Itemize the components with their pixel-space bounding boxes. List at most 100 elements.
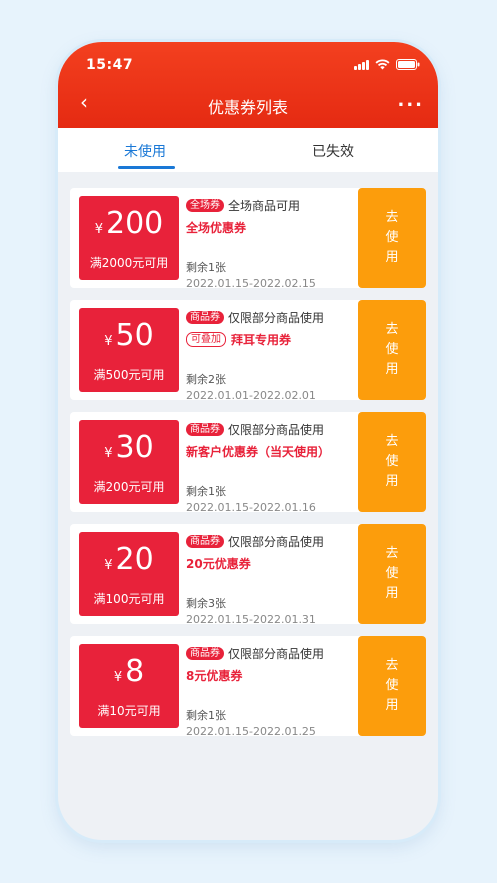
use-button-char: 去: [385, 658, 399, 673]
coupon-value: 200: [106, 206, 164, 241]
app-header: 15:47 ‹ 优惠券列表 ...: [58, 42, 438, 128]
coupon-amount-box: ¥ 30 满200元可用: [79, 420, 179, 504]
coupon-list: ¥ 200 满2000元可用 全场券 全场商品可用 全场优惠券 剩余1张 202…: [70, 188, 426, 748]
coupon-value: 50: [115, 318, 154, 353]
coupon-type-tag: 商品券: [186, 534, 224, 548]
coupon-tag-row: 商品券 仅限部分商品使用: [186, 645, 356, 661]
coupon-threshold: 满200元可用: [93, 480, 165, 494]
coupon-tag-row: 全场券 全场商品可用: [186, 197, 356, 213]
use-button-char: 用: [385, 698, 399, 713]
coupon-threshold: 满500元可用: [93, 368, 165, 382]
use-coupon-button[interactable]: 去 使 用: [356, 524, 426, 624]
coupon-name: 拜耳专用券: [231, 332, 292, 347]
use-coupon-button[interactable]: 去 使 用: [356, 636, 426, 736]
coupon-amount-box: ¥ 8 满10元可用: [79, 644, 179, 728]
coupon-remaining: 剩余1张: [186, 261, 226, 274]
coupon-info: 商品券 仅限部分商品使用 新客户优惠券（当天使用） 剩余1张 2022.01.1…: [186, 421, 356, 514]
coupon-remaining: 剩余3张: [186, 597, 226, 610]
coupon-dates: 2022.01.15-2022.02.15: [186, 277, 316, 290]
coupon-amount-box: ¥ 200 满2000元可用: [79, 196, 179, 280]
signal-icon: [354, 59, 369, 70]
coupon-name: 新客户优惠券（当天使用）: [186, 444, 331, 459]
phone-frame: 15:47 ‹ 优惠券列表 ... 未使用 已失效 ¥ 200 满2000元可用…: [58, 42, 438, 840]
coupon-amount: ¥ 50: [79, 318, 179, 354]
coupon-remaining: 剩余2张: [186, 373, 226, 386]
use-coupon-button[interactable]: 去 使 用: [356, 188, 426, 288]
coupon-remaining: 剩余1张: [186, 485, 226, 498]
tab-indicator: [118, 166, 175, 169]
use-button-char: 使: [385, 678, 399, 693]
coupon-amount: ¥ 30: [79, 430, 179, 466]
coupon-tabs: 未使用 已失效: [58, 128, 438, 172]
use-button-char: 去: [385, 434, 399, 449]
battery-icon: [396, 59, 420, 70]
coupon-name-row: 可叠加 拜耳专用券: [186, 331, 356, 347]
coupon-scope: 仅限部分商品使用: [228, 310, 325, 325]
currency-symbol: ¥: [94, 222, 103, 237]
use-button-char: 用: [385, 474, 399, 489]
tab-unused[interactable]: 未使用: [124, 141, 166, 161]
coupon-card: ¥ 30 满200元可用 商品券 仅限部分商品使用 新客户优惠券（当天使用） 剩…: [70, 412, 426, 514]
coupon-info: 商品券 仅限部分商品使用 可叠加 拜耳专用券 剩余2张 2022.01.01-2…: [186, 309, 356, 402]
coupon-dates: 2022.01.01-2022.02.01: [186, 389, 316, 402]
coupon-dates: 2022.01.15-2022.01.16: [186, 501, 316, 514]
coupon-type-tag: 商品券: [186, 422, 224, 436]
stackable-tag: 可叠加: [186, 331, 226, 347]
coupon-scope: 仅限部分商品使用: [228, 534, 325, 549]
coupon-threshold: 满10元可用: [97, 704, 161, 718]
coupon-name-row: 8元优惠券: [186, 667, 356, 683]
coupon-amount: ¥ 200: [79, 206, 179, 242]
use-button-char: 去: [385, 322, 399, 337]
coupon-card: ¥ 50 满500元可用 商品券 仅限部分商品使用 可叠加 拜耳专用券 剩余2张…: [70, 300, 426, 402]
coupon-value: 8: [125, 654, 145, 689]
currency-symbol: ¥: [104, 334, 113, 349]
coupon-dates: 2022.01.15-2022.01.25: [186, 725, 316, 738]
use-button-char: 用: [385, 250, 399, 265]
coupon-info: 全场券 全场商品可用 全场优惠券 剩余1张 2022.01.15-2022.02…: [186, 197, 356, 290]
coupon-card: ¥ 20 满100元可用 商品券 仅限部分商品使用 20元优惠券 剩余3张 20…: [70, 524, 426, 626]
coupon-name: 8元优惠券: [186, 668, 243, 683]
coupon-remaining: 剩余1张: [186, 709, 226, 722]
coupon-amount-box: ¥ 20 满100元可用: [79, 532, 179, 616]
tab-expired[interactable]: 已失效: [312, 141, 354, 161]
coupon-tag-row: 商品券 仅限部分商品使用: [186, 421, 356, 437]
status-time: 15:47: [86, 57, 134, 73]
more-icon[interactable]: ...: [397, 90, 424, 111]
coupon-info: 商品券 仅限部分商品使用 20元优惠券 剩余3张 2022.01.15-2022…: [186, 533, 356, 626]
coupon-type-tag: 商品券: [186, 310, 224, 324]
use-coupon-button[interactable]: 去 使 用: [356, 412, 426, 512]
use-button-char: 用: [385, 362, 399, 377]
coupon-amount-box: ¥ 50 满500元可用: [79, 308, 179, 392]
coupon-card: ¥ 8 满10元可用 商品券 仅限部分商品使用 8元优惠券 剩余1张 2022.…: [70, 636, 426, 738]
coupon-name-row: 20元优惠券: [186, 555, 356, 571]
coupon-threshold: 满2000元可用: [89, 256, 169, 270]
currency-symbol: ¥: [104, 558, 113, 573]
page-title: 优惠券列表: [207, 98, 288, 117]
wifi-icon: [375, 59, 390, 70]
coupon-tag-row: 商品券 仅限部分商品使用: [186, 309, 356, 325]
use-button-char: 用: [385, 586, 399, 601]
use-button-char: 使: [385, 342, 399, 357]
coupon-name-row: 全场优惠券: [186, 219, 356, 235]
coupon-info: 商品券 仅限部分商品使用 8元优惠券 剩余1张 2022.01.15-2022.…: [186, 645, 356, 738]
coupon-value: 20: [115, 542, 154, 577]
status-icons: [354, 59, 420, 70]
coupon-tag-row: 商品券 仅限部分商品使用: [186, 533, 356, 549]
coupon-amount: ¥ 8: [79, 654, 179, 690]
coupon-name-row: 新客户优惠券（当天使用）: [186, 443, 356, 459]
use-coupon-button[interactable]: 去 使 用: [356, 300, 426, 400]
coupon-scope: 全场商品可用: [228, 198, 301, 213]
currency-symbol: ¥: [113, 670, 123, 685]
coupon-card: ¥ 200 满2000元可用 全场券 全场商品可用 全场优惠券 剩余1张 202…: [70, 188, 426, 290]
coupon-amount: ¥ 20: [79, 542, 179, 578]
use-button-char: 使: [385, 230, 399, 245]
coupon-name: 20元优惠券: [186, 556, 251, 571]
coupon-scope: 仅限部分商品使用: [228, 422, 325, 437]
coupon-type-tag: 全场券: [186, 198, 224, 212]
currency-symbol: ¥: [104, 446, 113, 461]
coupon-dates: 2022.01.15-2022.01.31: [186, 613, 316, 626]
use-button-char: 使: [385, 454, 399, 469]
coupon-value: 30: [115, 430, 154, 465]
use-button-char: 使: [385, 566, 399, 581]
coupon-scope: 仅限部分商品使用: [228, 646, 325, 661]
